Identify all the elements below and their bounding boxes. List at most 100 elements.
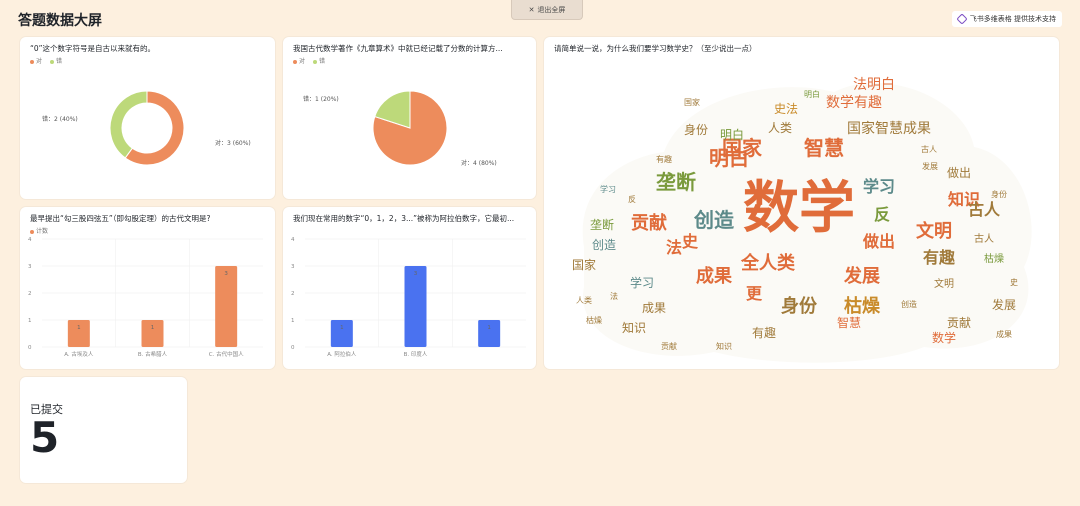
word-cloud-word: 身份	[991, 189, 1007, 199]
bar	[215, 266, 238, 347]
word-cloud-word: 明白	[720, 127, 744, 142]
bar	[404, 266, 427, 347]
exit-fullscreen-label: 退出全屏	[537, 5, 566, 14]
word-cloud-word: 创造	[901, 299, 917, 309]
bar-chart-q3: 0 1 2 3 4 1 A. 古埃及人 1 B. 古希腊人 3 C. 古代中国人	[28, 237, 263, 358]
bar-value-label: 1	[340, 325, 344, 331]
word-cloud-word: 明白	[804, 89, 820, 99]
pie-label-b: 错：2 (40%)	[42, 116, 78, 123]
y-tick-label: 2	[28, 291, 32, 297]
x-tick-label: A. 古埃及人	[64, 350, 94, 358]
word-cloud-word: 身份	[781, 295, 818, 317]
word-cloud-word: 有趣	[923, 248, 956, 267]
word-cloud-word: 学习	[863, 177, 895, 196]
chart-card-q4: 我们现在常用的数字“0，1，2，3...”被称为阿拉伯数字，它最初... 012…	[283, 207, 536, 369]
word-cloud-word: 国家	[572, 257, 596, 272]
word-cloud: 数学国家 智慧明白垄断创造贡献成果 发展全人类身份 枯燥文明知识学习有趣古人做出史法反…	[572, 77, 1032, 363]
word-cloud-word: 全人类	[740, 252, 796, 274]
x-tick-label: B. 古希腊人	[138, 350, 168, 358]
word-cloud-word: 数学有趣	[826, 95, 882, 111]
bar-value-label: 3	[224, 271, 228, 277]
wordcloud-card-q5: 请简单说一说，为什么我们要学习数学史？（至少说出一点） 数学 国家 智慧 明白 垄断 创造…	[544, 37, 1059, 369]
word-cloud-word: 古人	[921, 144, 937, 154]
word-cloud-word: 法	[610, 291, 618, 301]
word-cloud-word: 创造	[693, 208, 735, 232]
y-tick-label: 4	[28, 237, 32, 243]
word-cloud-word: 古人	[968, 200, 1001, 219]
y-tick-label: 2	[291, 291, 295, 297]
word-cloud-word: 做出	[862, 232, 895, 251]
chart-card-q1: “0”这个数字符号是自古以来就有的。 对 错 对：3 (60%) 错：2 (40…	[20, 37, 275, 199]
bar-value-label: 1	[151, 325, 155, 331]
word-cloud-word: 文明	[934, 277, 954, 290]
word-cloud-word: 国家智慧成果	[847, 120, 931, 137]
word-cloud-word: 法明白	[853, 77, 895, 93]
pie-label-a: 对：4 (80%)	[461, 160, 497, 167]
word-cloud-word: 发展	[922, 161, 938, 171]
word-cloud-word: 垄断	[656, 170, 696, 194]
word-cloud-word: 贡献	[947, 315, 971, 330]
word-cloud-word: 智慧	[837, 315, 861, 330]
bar-chart-q4: 0 1 2 3 4 1 A. 阿拉伯人 3 B. 印度人 1	[291, 237, 526, 358]
feishu-logo-icon	[956, 13, 968, 25]
word-cloud-word: 知识	[716, 341, 732, 351]
submitted-card: 已提交 5	[20, 377, 187, 483]
word-cloud-word: 垄断	[590, 217, 614, 232]
word-cloud-word: 明白	[709, 146, 749, 170]
word-cloud-word: 更	[746, 284, 763, 303]
chart-card-q3: 最早提出“勾三股四弦五”（即勾股定理）的古代文明是? 计数 0 1 2 3 4 1 A. 古…	[20, 207, 275, 369]
word-cloud-word: 发展	[992, 297, 1016, 312]
brand-badge[interactable]: 飞书多维表格 提供技术支持	[951, 11, 1062, 27]
word-cloud-word: 枯燥	[844, 295, 881, 317]
pie-chart-q2	[372, 90, 448, 166]
x-tick-label: C. 古代中国人	[209, 350, 244, 358]
word-cloud-word: 学习	[600, 184, 616, 194]
bar-value-label: 1	[487, 325, 491, 331]
word-cloud-word: 人类	[576, 295, 592, 305]
y-tick-label: 3	[291, 264, 295, 270]
word-cloud-word: 史	[1010, 277, 1018, 287]
exit-fullscreen-button[interactable]: ✕ 退出全屏	[511, 0, 583, 20]
word-cloud-word: 史	[682, 232, 699, 251]
word-cloud-word: 反	[874, 205, 890, 224]
word-cloud-word: 数学	[743, 176, 855, 241]
y-tick-label: 1	[291, 318, 295, 324]
x-tick-label: A. 阿拉伯人	[327, 350, 357, 358]
word-cloud-word: 成果	[696, 265, 733, 287]
word-cloud-word: 法	[666, 238, 682, 257]
word-cloud-word: 学习	[630, 275, 654, 290]
word-cloud-word: 发展	[843, 265, 881, 287]
word-cloud-word: 反	[628, 194, 636, 204]
page-title: 答题数据大屏	[18, 13, 102, 29]
word-cloud-word: 古人	[974, 232, 994, 245]
word-cloud-word: 成果	[996, 329, 1012, 339]
chart-card-q2: 我国古代数学著作《九章算术》中就已经记载了分数的计算方... 对 错 对：4 (…	[283, 37, 536, 199]
word-cloud-word: 文明	[916, 220, 952, 242]
submitted-count: 5	[30, 413, 60, 462]
word-cloud-word: 数学	[932, 330, 956, 345]
pie-label-b: 错：1 (20%)	[303, 96, 339, 103]
y-tick-label: 0	[291, 345, 295, 351]
word-cloud-word: 贡献	[661, 341, 677, 351]
word-cloud-word: 知识	[622, 321, 646, 335]
pie-label-a: 对：3 (60%)	[215, 140, 251, 147]
word-cloud-word: 身份	[684, 122, 708, 137]
y-tick-label: 4	[291, 237, 295, 243]
x-tick-label: B. 印度人	[404, 350, 428, 358]
bar-value-label: 3	[414, 271, 418, 277]
word-cloud-word: 枯燥	[586, 315, 602, 325]
word-cloud-word: 创造	[592, 238, 616, 252]
word-cloud-word: 史法	[774, 102, 798, 116]
brand-label: 飞书多维表格 提供技术支持	[969, 15, 1056, 23]
word-cloud-word: 有趣	[752, 325, 776, 340]
y-tick-label: 0	[28, 345, 32, 351]
word-cloud-word: 成果	[642, 301, 666, 315]
word-cloud-word: 国家	[684, 97, 700, 107]
pie-slice-错	[109, 90, 148, 159]
word-cloud-word: 有趣	[656, 154, 672, 164]
y-tick-label: 3	[28, 264, 32, 270]
close-icon: ✕	[528, 5, 535, 14]
word-cloud-word: 人类	[768, 121, 792, 135]
bar-value-label: 1	[77, 325, 81, 331]
word-cloud-word: 枯燥	[984, 252, 1004, 265]
